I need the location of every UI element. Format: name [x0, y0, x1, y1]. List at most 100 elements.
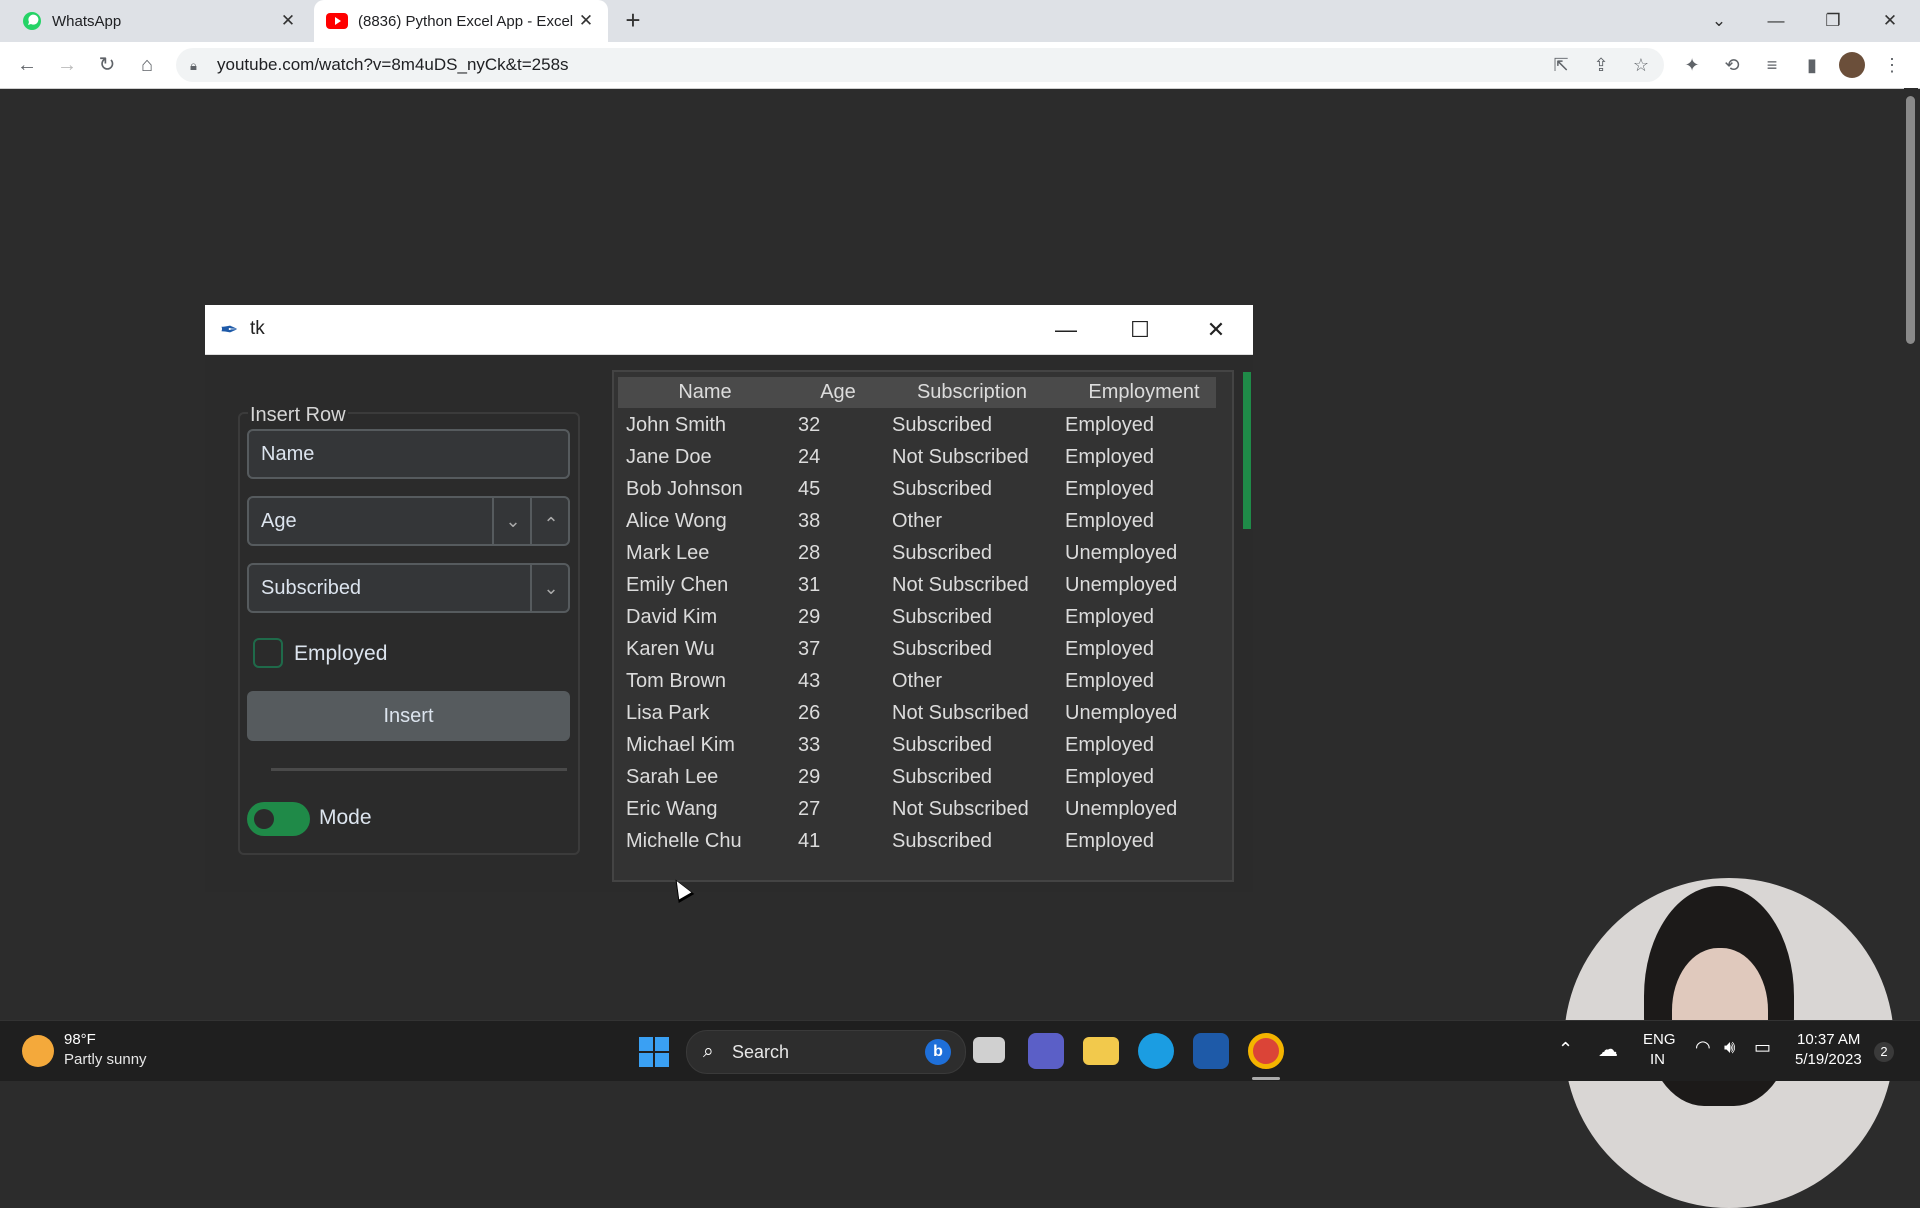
- age-value: Age: [261, 510, 297, 532]
- close-icon[interactable]: ✕: [1196, 313, 1236, 347]
- column-header[interactable]: Employment: [1064, 381, 1224, 404]
- table-cell: Not Subscribed: [892, 446, 1029, 468]
- tab-search-icon[interactable]: ⌄: [1699, 6, 1739, 36]
- language-bottom[interactable]: IN: [1650, 1051, 1665, 1068]
- teams-chat-icon[interactable]: [1028, 1033, 1064, 1069]
- clock-date[interactable]: 5/19/2023: [1795, 1051, 1862, 1068]
- edge-browser-icon[interactable]: [1138, 1033, 1174, 1069]
- table-cell: Subscribed: [892, 606, 993, 628]
- subscription-value: Subscribed: [261, 577, 362, 599]
- chevron-down-icon[interactable]: ⌄: [492, 498, 532, 544]
- language-top[interactable]: ENG: [1643, 1031, 1676, 1048]
- reading-list-icon[interactable]: ≡: [1759, 52, 1785, 78]
- subscription-combobox[interactable]: Subscribed ⌄: [247, 563, 570, 613]
- switch-knob: [254, 809, 274, 829]
- volume-icon[interactable]: 🔊︎: [1724, 1037, 1735, 1058]
- table-cell: Karen Wu: [626, 638, 715, 660]
- sync-icon[interactable]: ⟲: [1719, 52, 1745, 78]
- name-input[interactable]: Name: [247, 429, 570, 479]
- chrome-icon[interactable]: [1248, 1033, 1284, 1069]
- table-cell: Not Subscribed: [892, 574, 1029, 596]
- table-cell: Subscribed: [892, 638, 993, 660]
- table-cell: 27: [798, 798, 821, 820]
- bookmark-star-icon[interactable]: ☆: [1628, 52, 1654, 78]
- age-spinbox[interactable]: Age ⌄ ⌃: [247, 496, 570, 546]
- browser-toolbar: ← → ↻ ⌂ 🔒︎ youtube.com/watch?v=8m4uDS_ny…: [0, 42, 1920, 89]
- table-cell: Emily Chen: [626, 574, 729, 596]
- windows-start-icon[interactable]: [639, 1037, 669, 1067]
- feather-icon: ✒: [220, 317, 239, 342]
- table-cell: Mark Lee: [626, 542, 710, 564]
- battery-icon[interactable]: ▭: [1754, 1037, 1771, 1058]
- column-header[interactable]: Subscription: [892, 381, 1052, 404]
- table-cell: 28: [798, 542, 821, 564]
- wifi-icon[interactable]: ◠: [1695, 1037, 1711, 1058]
- close-tab-icon[interactable]: ✕: [576, 11, 596, 31]
- notification-badge[interactable]: 2: [1874, 1042, 1894, 1062]
- weather-temperature[interactable]: 98°F: [64, 1031, 96, 1048]
- browser-tab-strip: WhatsApp ✕ (8836) Python Excel App - Exc…: [0, 0, 1920, 42]
- extensions-icon[interactable]: ✦: [1679, 52, 1705, 78]
- chevron-down-icon[interactable]: ⌄: [530, 565, 570, 611]
- table-cell: 24: [798, 446, 821, 468]
- minimize-icon[interactable]: —: [1756, 6, 1796, 36]
- task-view-icon[interactable]: [973, 1037, 1005, 1063]
- clock-time[interactable]: 10:37 AM: [1797, 1031, 1860, 1048]
- employed-checkbox[interactable]: [253, 638, 283, 668]
- forward-arrow-icon[interactable]: →: [52, 50, 82, 80]
- tk-titlebar[interactable]: ✒ tk — ☐ ✕: [205, 305, 1253, 355]
- table-cell: Subscribed: [892, 414, 993, 436]
- mode-switch[interactable]: [247, 802, 310, 836]
- more-menu-icon[interactable]: ⋮: [1879, 52, 1905, 78]
- bing-icon[interactable]: b: [925, 1039, 951, 1065]
- table-cell: Tom Brown: [626, 670, 727, 692]
- search-icon: ⌕: [703, 1041, 714, 1062]
- mode-label[interactable]: Mode: [319, 806, 372, 830]
- onedrive-cloud-icon[interactable]: ☁: [1598, 1037, 1618, 1062]
- page-scrollbar-thumb[interactable]: [1906, 96, 1915, 344]
- chevron-up-icon[interactable]: ⌃: [1558, 1039, 1573, 1060]
- restore-icon[interactable]: ❐: [1813, 6, 1853, 36]
- close-icon[interactable]: ✕: [1870, 6, 1910, 36]
- share-icon[interactable]: ⇪: [1588, 52, 1614, 78]
- python-ide-icon[interactable]: [1193, 1033, 1229, 1069]
- open-in-new-icon[interactable]: ⇱: [1548, 52, 1574, 78]
- avatar[interactable]: [1839, 52, 1865, 78]
- table-cell: Subscribed: [892, 830, 993, 852]
- reload-icon[interactable]: ↻: [92, 50, 122, 80]
- home-icon[interactable]: ⌂: [132, 50, 162, 80]
- insert-button[interactable]: Insert: [247, 691, 570, 741]
- minimize-icon[interactable]: —: [1046, 313, 1086, 347]
- new-tab-button[interactable]: +: [620, 7, 646, 34]
- frame-label: Insert Row: [248, 404, 348, 427]
- table-cell: Employed: [1065, 606, 1154, 628]
- taskbar-search[interactable]: ⌕ Search b: [686, 1030, 966, 1074]
- table-cell: 43: [798, 670, 821, 692]
- tab-whatsapp[interactable]: WhatsApp ✕: [10, 0, 310, 42]
- table-cell: Employed: [1065, 638, 1154, 660]
- table-scrollbar-thumb[interactable]: [1243, 372, 1251, 529]
- table-cell: Unemployed: [1065, 702, 1178, 724]
- employed-label[interactable]: Employed: [294, 642, 387, 666]
- tab-label: WhatsApp: [52, 12, 122, 30]
- table-cell: 33: [798, 734, 821, 756]
- url-text[interactable]: youtube.com/watch?v=8m4uDS_nyCk&t=258s: [217, 48, 569, 82]
- lock-icon[interactable]: 🔒︎: [190, 58, 197, 74]
- tab-youtube[interactable]: (8836) Python Excel App - Excel V ✕: [314, 0, 608, 42]
- weather-icon[interactable]: [22, 1035, 54, 1067]
- side-panel-icon[interactable]: ▮: [1799, 52, 1825, 78]
- file-explorer-icon[interactable]: [1083, 1037, 1119, 1065]
- weather-description[interactable]: Partly sunny: [64, 1051, 147, 1068]
- taskbar: 98°F Partly sunny ⌕ Search b ⌃ ☁ ENG IN …: [0, 1020, 1920, 1081]
- table-cell: 26: [798, 702, 821, 724]
- table-cell: Not Subscribed: [892, 702, 1029, 724]
- table-cell: Michael Kim: [626, 734, 735, 756]
- chevron-up-icon[interactable]: ⌃: [530, 498, 570, 544]
- table-cell: Lisa Park: [626, 702, 710, 724]
- table-cell: 45: [798, 478, 821, 500]
- close-tab-icon[interactable]: ✕: [278, 11, 298, 31]
- back-arrow-icon[interactable]: ←: [12, 50, 42, 80]
- maximize-icon[interactable]: ☐: [1120, 313, 1160, 347]
- table-cell: 37: [798, 638, 821, 660]
- table-cell: Employed: [1065, 478, 1154, 500]
